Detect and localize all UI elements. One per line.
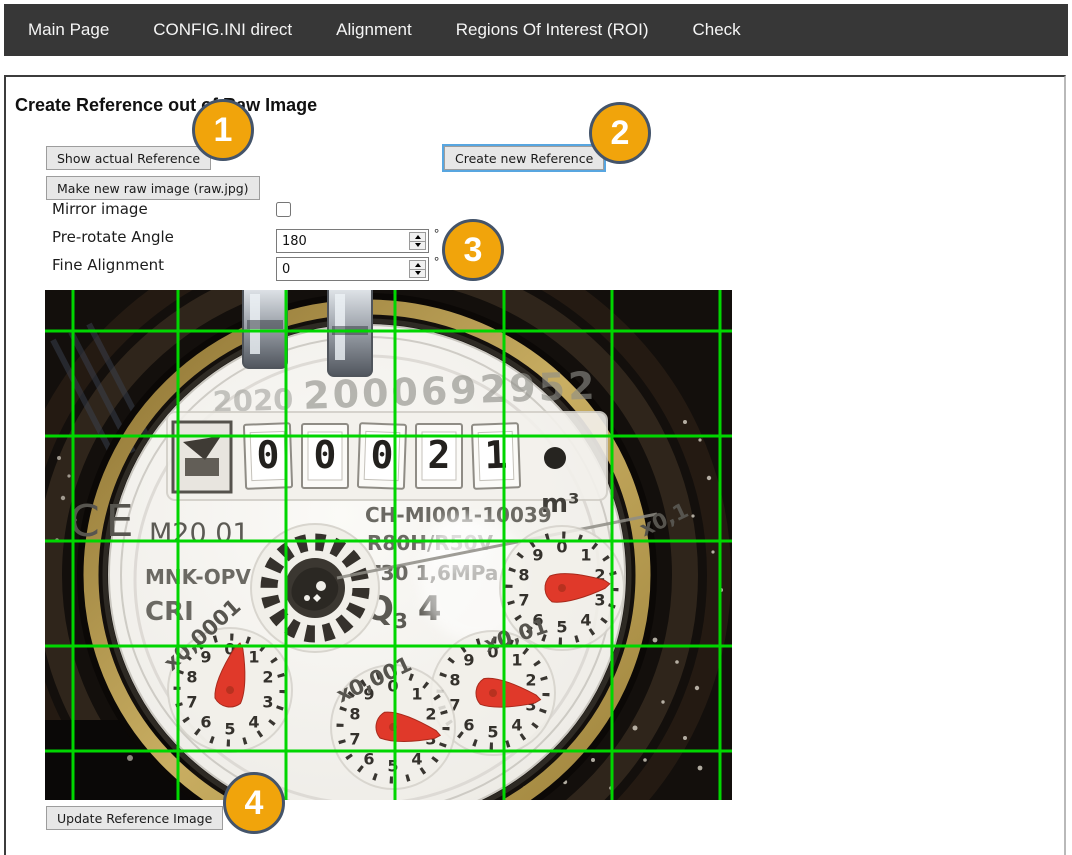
black-dot-marker xyxy=(544,447,566,469)
fine-alignment-label: Fine Alignment xyxy=(52,256,164,274)
arrow-down-icon xyxy=(415,271,421,275)
ce-mark-label: CE xyxy=(69,496,140,547)
dial-digit: 9 xyxy=(463,651,474,670)
svg-text:0: 0 xyxy=(314,433,337,477)
spin-down-button[interactable] xyxy=(409,242,426,251)
spin-up-button[interactable] xyxy=(409,232,426,242)
pre-rotate-spinner xyxy=(409,232,426,250)
mirror-image-label: Mirror image xyxy=(52,200,148,218)
svg-text:0: 0 xyxy=(370,433,394,478)
svg-text:0: 0 xyxy=(256,433,280,478)
dial-digit: 6 xyxy=(463,716,474,735)
dial-digit: 4 xyxy=(511,716,522,735)
approval-label: M20 01 xyxy=(149,518,250,549)
brand-label: MNK-OPV xyxy=(145,565,251,589)
dial-digit: 8 xyxy=(186,668,197,687)
dial-digit: 3 xyxy=(262,693,273,712)
nav-item-config-ini[interactable]: CONFIG.INI direct xyxy=(153,20,292,40)
reference-image: 20202000692952 0 0 0 2 xyxy=(45,290,732,800)
fine-alignment-degree-symbol: ° xyxy=(434,254,439,269)
pre-rotate-angle-input[interactable] xyxy=(277,230,410,252)
odometer-digit: 2 xyxy=(416,424,462,488)
dial-digit: 6 xyxy=(200,713,211,732)
pre-rotate-angle-label: Pre-rotate Angle xyxy=(52,228,174,246)
arrow-down-icon xyxy=(415,243,421,247)
nav-item-main-page[interactable]: Main Page xyxy=(28,20,109,40)
spin-down-button[interactable] xyxy=(409,270,426,279)
dial-digit: 8 xyxy=(518,566,529,585)
pre-rotate-degree-symbol: ° xyxy=(434,226,439,241)
dial-digit: 5 xyxy=(556,618,567,637)
odometer-digit: 0 xyxy=(302,424,348,488)
fine-alignment-stepper xyxy=(276,257,429,281)
arrow-up-icon xyxy=(415,235,421,239)
dial-digit: 8 xyxy=(449,671,460,690)
turbine-star-wheel xyxy=(251,524,379,652)
svg-text:2: 2 xyxy=(428,433,451,477)
dial-digit: 7 xyxy=(518,591,529,610)
dial-digit: 1 xyxy=(248,648,259,667)
odometer-digit: 0 xyxy=(358,423,406,489)
dial-digit: 3 xyxy=(594,591,605,610)
dial-digit: 8 xyxy=(349,705,360,724)
dial-digit: 2 xyxy=(425,705,436,724)
dial-digit: 5 xyxy=(387,757,398,776)
dial-digit: 5 xyxy=(487,723,498,742)
odometer-digit: 1 xyxy=(472,423,520,489)
dial-digit: 4 xyxy=(580,611,591,630)
dial-digit: 5 xyxy=(224,720,235,739)
brand-line2-label: CRI xyxy=(145,597,194,627)
nav-item-roi[interactable]: Regions Of Interest (ROI) xyxy=(456,20,649,40)
callout-2: 2 xyxy=(589,102,651,164)
callout-1: 1 xyxy=(192,99,254,161)
top-nav: Main Page CONFIG.INI direct Alignment Re… xyxy=(4,4,1068,56)
arrow-up-icon xyxy=(415,263,421,267)
dial-digit: 4 xyxy=(248,713,259,732)
mirror-image-checkbox[interactable] xyxy=(276,202,291,217)
update-reference-image-button[interactable]: Update Reference Image xyxy=(46,806,223,830)
dial-digit: 7 xyxy=(349,730,360,749)
dial-digit: 9 xyxy=(532,546,543,565)
page-title: Create Reference out of Raw Image xyxy=(15,95,317,116)
create-new-reference-button[interactable]: Create new Reference xyxy=(444,146,604,170)
dial-digit: 7 xyxy=(186,693,197,712)
show-actual-reference-button[interactable]: Show actual Reference xyxy=(46,146,211,170)
callout-4: 4 xyxy=(223,772,285,834)
pre-rotate-angle-stepper xyxy=(276,229,429,253)
fine-alignment-spinner xyxy=(409,260,426,278)
dial-digit: 1 xyxy=(411,685,422,704)
make-new-raw-image-button[interactable]: Make new raw image (raw.jpg) xyxy=(46,176,260,200)
water-meter-photo: 20202000692952 0 0 0 2 xyxy=(45,290,732,800)
nav-item-alignment[interactable]: Alignment xyxy=(336,20,412,40)
spin-up-button[interactable] xyxy=(409,260,426,270)
dial-digit: 2 xyxy=(262,668,273,687)
dial-digit: 2 xyxy=(525,671,536,690)
nav-item-check[interactable]: Check xyxy=(692,20,740,40)
dial-digit: 1 xyxy=(580,546,591,565)
fine-alignment-input[interactable] xyxy=(277,258,410,280)
callout-3: 3 xyxy=(442,219,504,281)
dial-digit: 1 xyxy=(511,651,522,670)
